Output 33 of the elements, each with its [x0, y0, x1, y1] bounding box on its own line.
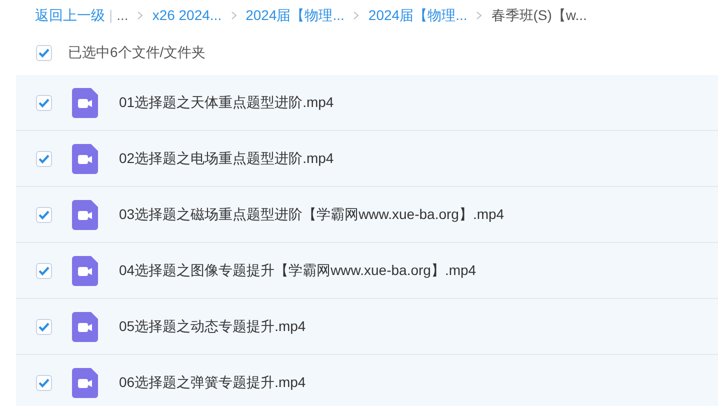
checkbox[interactable]: [36, 206, 52, 222]
video-file-icon: [72, 368, 98, 398]
file-row[interactable]: 05选择题之动态专题提升.mp4: [16, 299, 718, 355]
selection-count: 已选中6个文件/文件夹: [68, 43, 206, 62]
file-name: 04选择题之图像专题提升【学霸网www.xue-ba.org】.mp4: [119, 261, 476, 280]
separator: |: [109, 6, 113, 25]
checkbox[interactable]: [36, 44, 52, 60]
video-file-icon: [72, 200, 98, 230]
file-row[interactable]: 04选择题之图像专题提升【学霸网www.xue-ba.org】.mp4: [16, 243, 718, 299]
file-name: 06选择题之弹簧专题提升.mp4: [119, 373, 306, 392]
file-name: 01选择题之天体重点题型进阶.mp4: [119, 93, 334, 112]
video-file-icon: [72, 144, 98, 174]
checkbox[interactable]: [36, 318, 52, 334]
file-name: 03选择题之磁场重点题型进阶【学霸网www.xue-ba.org】.mp4: [119, 205, 504, 224]
file-row[interactable]: 03选择题之磁场重点题型进阶【学霸网www.xue-ba.org】.mp4: [16, 187, 718, 243]
video-file-icon: [72, 312, 98, 342]
checkbox[interactable]: [36, 262, 52, 278]
file-name: 02选择题之电场重点题型进阶.mp4: [119, 149, 334, 168]
file-row[interactable]: 02选择题之电场重点题型进阶.mp4: [16, 131, 718, 187]
checkbox[interactable]: [36, 374, 52, 390]
checkbox[interactable]: [36, 94, 52, 110]
video-file-icon: [72, 88, 98, 118]
file-row[interactable]: 06选择题之弹簧专题提升.mp4: [16, 355, 718, 406]
file-name: 05选择题之动态专题提升.mp4: [119, 317, 306, 336]
chevron-icon: [137, 10, 144, 20]
chevron-icon: [230, 10, 237, 20]
chevron-icon: [476, 10, 482, 20]
video-file-icon: [72, 256, 98, 286]
breadcrumb-link[interactable]: ...: [116, 4, 128, 26]
file-row[interactable]: 01选择题之天体重点题型进阶.mp4: [16, 75, 718, 131]
breadcrumb-current[interactable]: 春季班(S)【w...: [491, 4, 587, 26]
checkbox[interactable]: [36, 150, 52, 166]
chevron-icon: [353, 10, 360, 20]
